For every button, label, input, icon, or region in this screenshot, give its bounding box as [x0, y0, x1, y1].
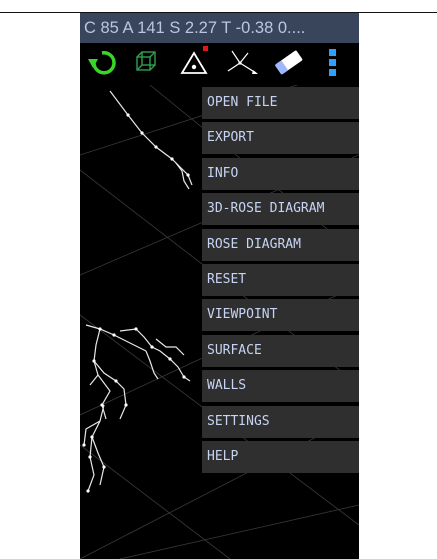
menu-item-export[interactable]: EXPORT [202, 122, 359, 155]
axes-icon [227, 50, 258, 74]
eraser-icon [275, 50, 303, 75]
triangle-icon [180, 46, 208, 74]
refresh-button[interactable] [84, 43, 124, 85]
status-title-bar: C 85 A 141 S 2.27 T -0.38 0.... [80, 13, 359, 43]
survey-lines [83, 90, 193, 492]
triangle-button[interactable] [176, 43, 216, 85]
cube-icon [136, 51, 156, 71]
toolbar [80, 43, 359, 85]
menu-item-surface[interactable]: SURFACE [202, 334, 359, 367]
overflow-menu-icon [329, 49, 336, 76]
axes-button[interactable] [222, 43, 262, 85]
survey-stations [82, 113, 190, 493]
menu-item-viewpoint[interactable]: VIEWPOINT [202, 299, 359, 332]
eraser-button[interactable] [270, 43, 310, 85]
overflow-menu-button[interactable] [318, 43, 348, 85]
menu-item-walls[interactable]: WALLS [202, 370, 359, 403]
cube-view-button[interactable] [130, 43, 170, 85]
menu-item-settings[interactable]: SETTINGS [202, 405, 359, 438]
notification-badge [203, 46, 208, 51]
menu-item-open-file[interactable]: OPEN FILE [202, 87, 359, 119]
refresh-icon [88, 51, 116, 75]
menu-item-info[interactable]: INFO [202, 157, 359, 190]
menu-item-rose-diagram[interactable]: ROSE DIAGRAM [202, 228, 359, 261]
menu-item-help[interactable]: HELP [202, 440, 359, 473]
app-screen: C 85 A 141 S 2.27 T -0.38 0.... OPEN FIL… [80, 13, 359, 559]
menu-item-reset[interactable]: RESET [202, 263, 359, 296]
overflow-menu: OPEN FILE EXPORT INFO 3D-ROSE DIAGRAM RO… [202, 87, 359, 476]
menu-item-3d-rose-diagram[interactable]: 3D-ROSE DIAGRAM [202, 193, 359, 226]
